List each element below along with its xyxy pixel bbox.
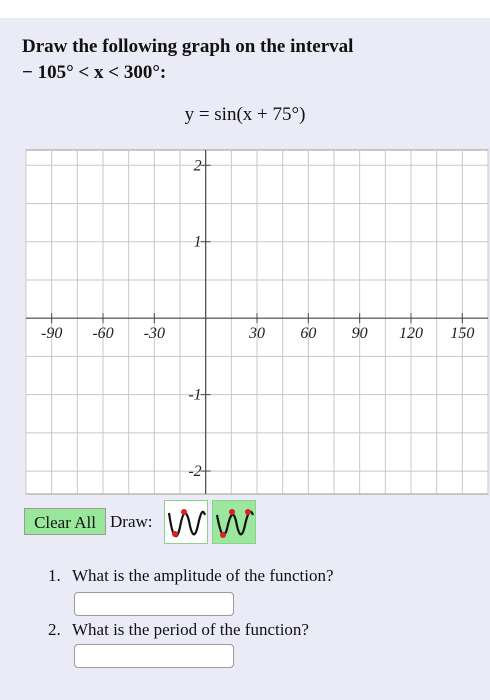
question-number: 2. <box>48 620 61 639</box>
graph-canvas[interactable]: -90 -60 -30 30 60 90 120 150 2 1 -1 -2 <box>24 148 490 496</box>
y-tick-label: 2 <box>194 157 202 174</box>
x-tick-label: 120 <box>399 325 423 342</box>
x-tick-label: -90 <box>41 325 62 342</box>
y-tick-label: -2 <box>188 463 201 480</box>
sine-wave-tool-button[interactable] <box>164 500 208 544</box>
x-tick-label: 90 <box>352 325 368 342</box>
period-answer-input[interactable] <box>74 644 234 668</box>
question-text: What is the amplitude of the function? <box>72 566 334 585</box>
interval-text: − 105° < x < 300°: <box>22 62 167 83</box>
instruction-text: Draw the following graph on the interval <box>22 36 354 57</box>
x-tick-label: -30 <box>144 325 165 342</box>
graph-svg[interactable]: -90 -60 -30 30 60 90 120 150 2 1 -1 -2 <box>24 148 490 496</box>
amplitude-answer-input[interactable] <box>74 592 234 616</box>
problem-heading: Draw the following graph on the interval… <box>22 34 482 86</box>
question-number: 1. <box>48 566 61 585</box>
x-tick-label: 30 <box>248 325 265 342</box>
y-tick-label: -1 <box>188 387 201 404</box>
sine-wave-tool-icon <box>167 509 207 538</box>
draw-label: Draw: <box>110 512 153 531</box>
clear-all-button[interactable]: Clear All <box>24 508 106 535</box>
x-tick-label: -60 <box>92 325 113 342</box>
question-text: What is the period of the function? <box>72 620 309 639</box>
sine-wave-peaks-tool-icon <box>215 509 255 538</box>
x-tick-label: 60 <box>300 325 316 342</box>
equation-text: y = sin(x + 75°) <box>184 104 306 125</box>
sine-wave-peaks-tool-button[interactable] <box>212 500 256 544</box>
y-tick-label: 1 <box>194 234 202 251</box>
x-tick-label: 150 <box>450 325 474 342</box>
